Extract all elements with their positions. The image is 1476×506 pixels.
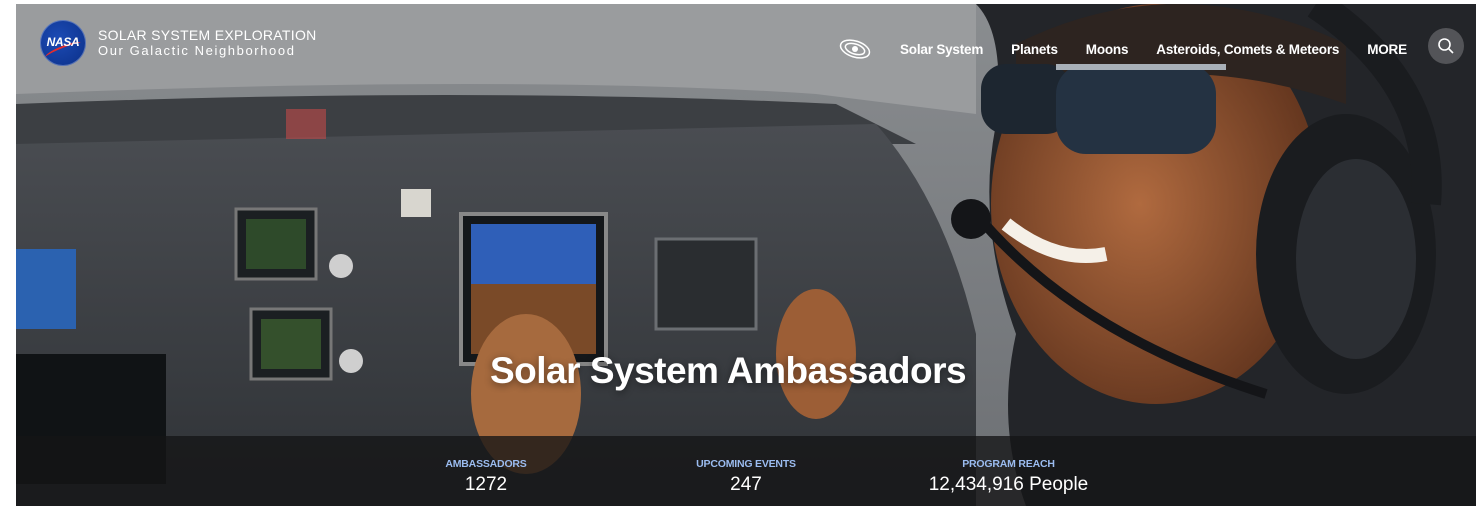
nav-more[interactable]: MORE bbox=[1367, 42, 1407, 57]
stat-label: PROGRAM REACH bbox=[962, 458, 1055, 470]
hero-banner: NASA SOLAR SYSTEM EXPLORATION Our Galact… bbox=[16, 4, 1476, 506]
hero-photo bbox=[16, 4, 1476, 506]
nav-asteroids-comets-meteors[interactable]: Asteroids, Comets & Meteors bbox=[1156, 42, 1339, 57]
stat-label: AMBASSADORS bbox=[445, 458, 527, 470]
site-title[interactable]: SOLAR SYSTEM EXPLORATION bbox=[98, 27, 317, 43]
stats-bar: AMBASSADORS 1272 UPCOMING EVENTS 247 PRO… bbox=[16, 436, 1476, 506]
stat-upcoming-events: UPCOMING EVENTS 247 bbox=[681, 458, 811, 496]
nav-planets[interactable]: Planets bbox=[1011, 42, 1058, 57]
stat-ambassadors: AMBASSADORS 1272 bbox=[426, 458, 546, 496]
nav-solar-system[interactable]: Solar System bbox=[900, 42, 983, 57]
search-icon bbox=[1438, 38, 1454, 54]
stat-program-reach: PROGRAM REACH 12,434,916 People bbox=[916, 458, 1101, 496]
main-nav: Solar System Planets Moons Asteroids, Co… bbox=[838, 37, 1435, 61]
site-brand[interactable]: NASA SOLAR SYSTEM EXPLORATION Our Galact… bbox=[40, 20, 317, 66]
stat-label: UPCOMING EVENTS bbox=[696, 458, 796, 470]
stat-value: 1272 bbox=[464, 474, 508, 495]
nasa-logo[interactable]: NASA bbox=[40, 20, 86, 66]
stat-value: 12,434,916 People bbox=[928, 474, 1089, 495]
logo-text: NASA bbox=[46, 35, 80, 49]
site-subtitle: Our Galactic Neighborhood bbox=[98, 42, 296, 58]
page: NASA SOLAR SYSTEM EXPLORATION Our Galact… bbox=[0, 0, 1476, 506]
nav-moons[interactable]: Moons bbox=[1086, 42, 1129, 57]
search-button[interactable] bbox=[1428, 28, 1464, 64]
stat-value: 247 bbox=[730, 474, 762, 495]
orbit-icon[interactable] bbox=[838, 37, 872, 61]
page-title: Solar System Ambassadors bbox=[490, 350, 967, 391]
